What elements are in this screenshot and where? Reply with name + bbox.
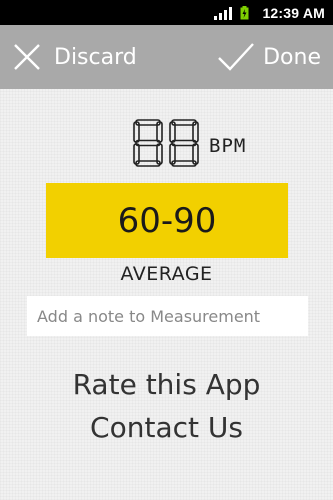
clock: 12:39 AM xyxy=(262,4,325,21)
digit-segment xyxy=(171,139,197,147)
status-bar: 12:39 AM xyxy=(0,0,333,25)
done-button[interactable]: Done xyxy=(217,25,333,89)
bpm-readout: BPM xyxy=(133,119,246,169)
discard-label: Discard xyxy=(54,44,137,70)
note-placeholder: Add a note to Measurement xyxy=(37,306,261,326)
bpm-category: AVERAGE xyxy=(120,263,213,285)
digit-segment xyxy=(135,139,161,147)
done-label: Done xyxy=(263,44,321,70)
rate-app-link[interactable]: Rate this App xyxy=(0,368,333,401)
signal-icon xyxy=(214,6,233,20)
bpm-range-badge: 60-90 xyxy=(46,183,288,258)
action-bar: Discard Done xyxy=(0,25,333,89)
bpm-range: 60-90 xyxy=(117,200,217,241)
bpm-value xyxy=(133,119,199,167)
discard-button[interactable]: Discard xyxy=(0,25,137,89)
checkmark-icon xyxy=(218,43,254,71)
note-input[interactable]: Add a note to Measurement xyxy=(27,296,308,336)
battery-charging-icon xyxy=(240,5,249,20)
contact-us-link[interactable]: Contact Us xyxy=(0,411,333,444)
close-icon xyxy=(14,44,40,70)
bpm-unit: BPM xyxy=(209,135,247,157)
